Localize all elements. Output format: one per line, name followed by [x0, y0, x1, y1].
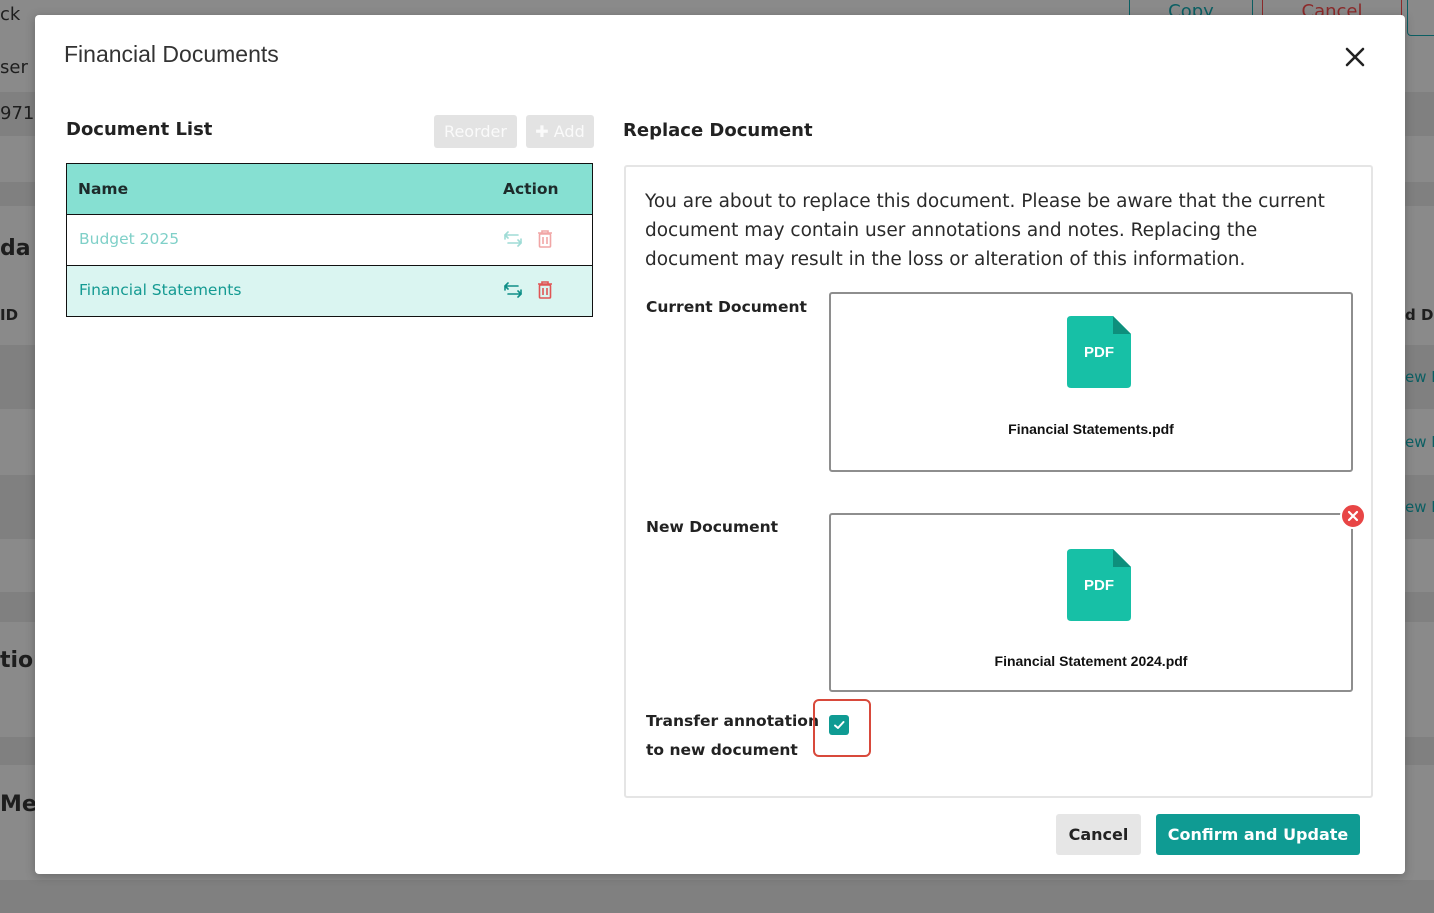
current-document-label: Current Document: [646, 298, 807, 316]
background-text: da: [0, 236, 31, 261]
modal-title: Financial Documents: [64, 41, 279, 67]
background-text: ser: [0, 57, 28, 78]
reorder-button[interactable]: Reorder: [434, 115, 517, 148]
background-button: [1407, 0, 1434, 36]
add-button-label: Add: [553, 122, 585, 141]
add-button[interactable]: ✚ Add: [526, 115, 594, 148]
financial-documents-modal: Financial Documents Document List Reorde…: [35, 15, 1405, 874]
document-name-link[interactable]: Budget 2025: [79, 230, 179, 248]
transfer-label-line: to new document: [646, 741, 798, 759]
checkbox-highlight: [813, 699, 871, 757]
transfer-label-line: Transfer annotation: [646, 712, 819, 730]
transfer-annotation-label: Transfer annotation to new document: [646, 707, 819, 765]
replace-icon[interactable]: [502, 279, 524, 301]
table-row[interactable]: Budget 2025: [67, 215, 592, 266]
background-text: ew D: [1405, 368, 1434, 386]
replace-icon[interactable]: [502, 228, 524, 250]
column-header-action: Action: [503, 180, 559, 198]
new-document-card: PDF Financial Statement 2024.pdf: [829, 513, 1353, 692]
replace-document-panel: You are about to replace this document. …: [624, 165, 1373, 798]
close-icon: [1345, 47, 1365, 67]
document-name-link[interactable]: Financial Statements: [79, 281, 241, 299]
table-row[interactable]: Financial Statements: [67, 266, 592, 316]
background-text: ID: [0, 306, 19, 324]
background-text: ew D: [1405, 433, 1434, 451]
pdf-badge-text: PDF: [1084, 344, 1114, 361]
replace-warning-text: You are about to replace this document. …: [645, 191, 1325, 270]
background-text: ck: [0, 4, 21, 25]
close-circle-icon: [1340, 503, 1366, 529]
confirm-and-update-button[interactable]: Confirm and Update: [1156, 814, 1360, 855]
trash-icon[interactable]: [534, 279, 556, 301]
document-table: Name Action Budget 2025 Financial Statem…: [66, 163, 593, 317]
plus-icon: ✚: [535, 122, 549, 141]
document-list-title: Document List: [66, 119, 213, 140]
new-document-filename: Financial Statement 2024.pdf: [994, 653, 1188, 669]
current-document-card: PDF Financial Statements.pdf: [829, 292, 1353, 472]
column-header-name: Name: [78, 180, 129, 198]
table-header: Name Action: [67, 164, 592, 215]
remove-new-document-button[interactable]: [1340, 503, 1366, 529]
background-text: d De: [1405, 306, 1434, 324]
replace-document-title: Replace Document: [623, 120, 813, 141]
cancel-button[interactable]: Cancel: [1056, 814, 1141, 855]
check-icon: [834, 721, 845, 729]
trash-icon[interactable]: [534, 228, 556, 250]
background-text: ew D: [1405, 498, 1434, 516]
pdf-badge-text: PDF: [1084, 577, 1114, 594]
new-document-label: New Document: [646, 518, 779, 536]
current-document-filename: Financial Statements.pdf: [1008, 421, 1174, 437]
background-band: [0, 880, 1434, 913]
transfer-annotation-checkbox[interactable]: [829, 715, 849, 735]
close-button[interactable]: [1341, 43, 1369, 71]
